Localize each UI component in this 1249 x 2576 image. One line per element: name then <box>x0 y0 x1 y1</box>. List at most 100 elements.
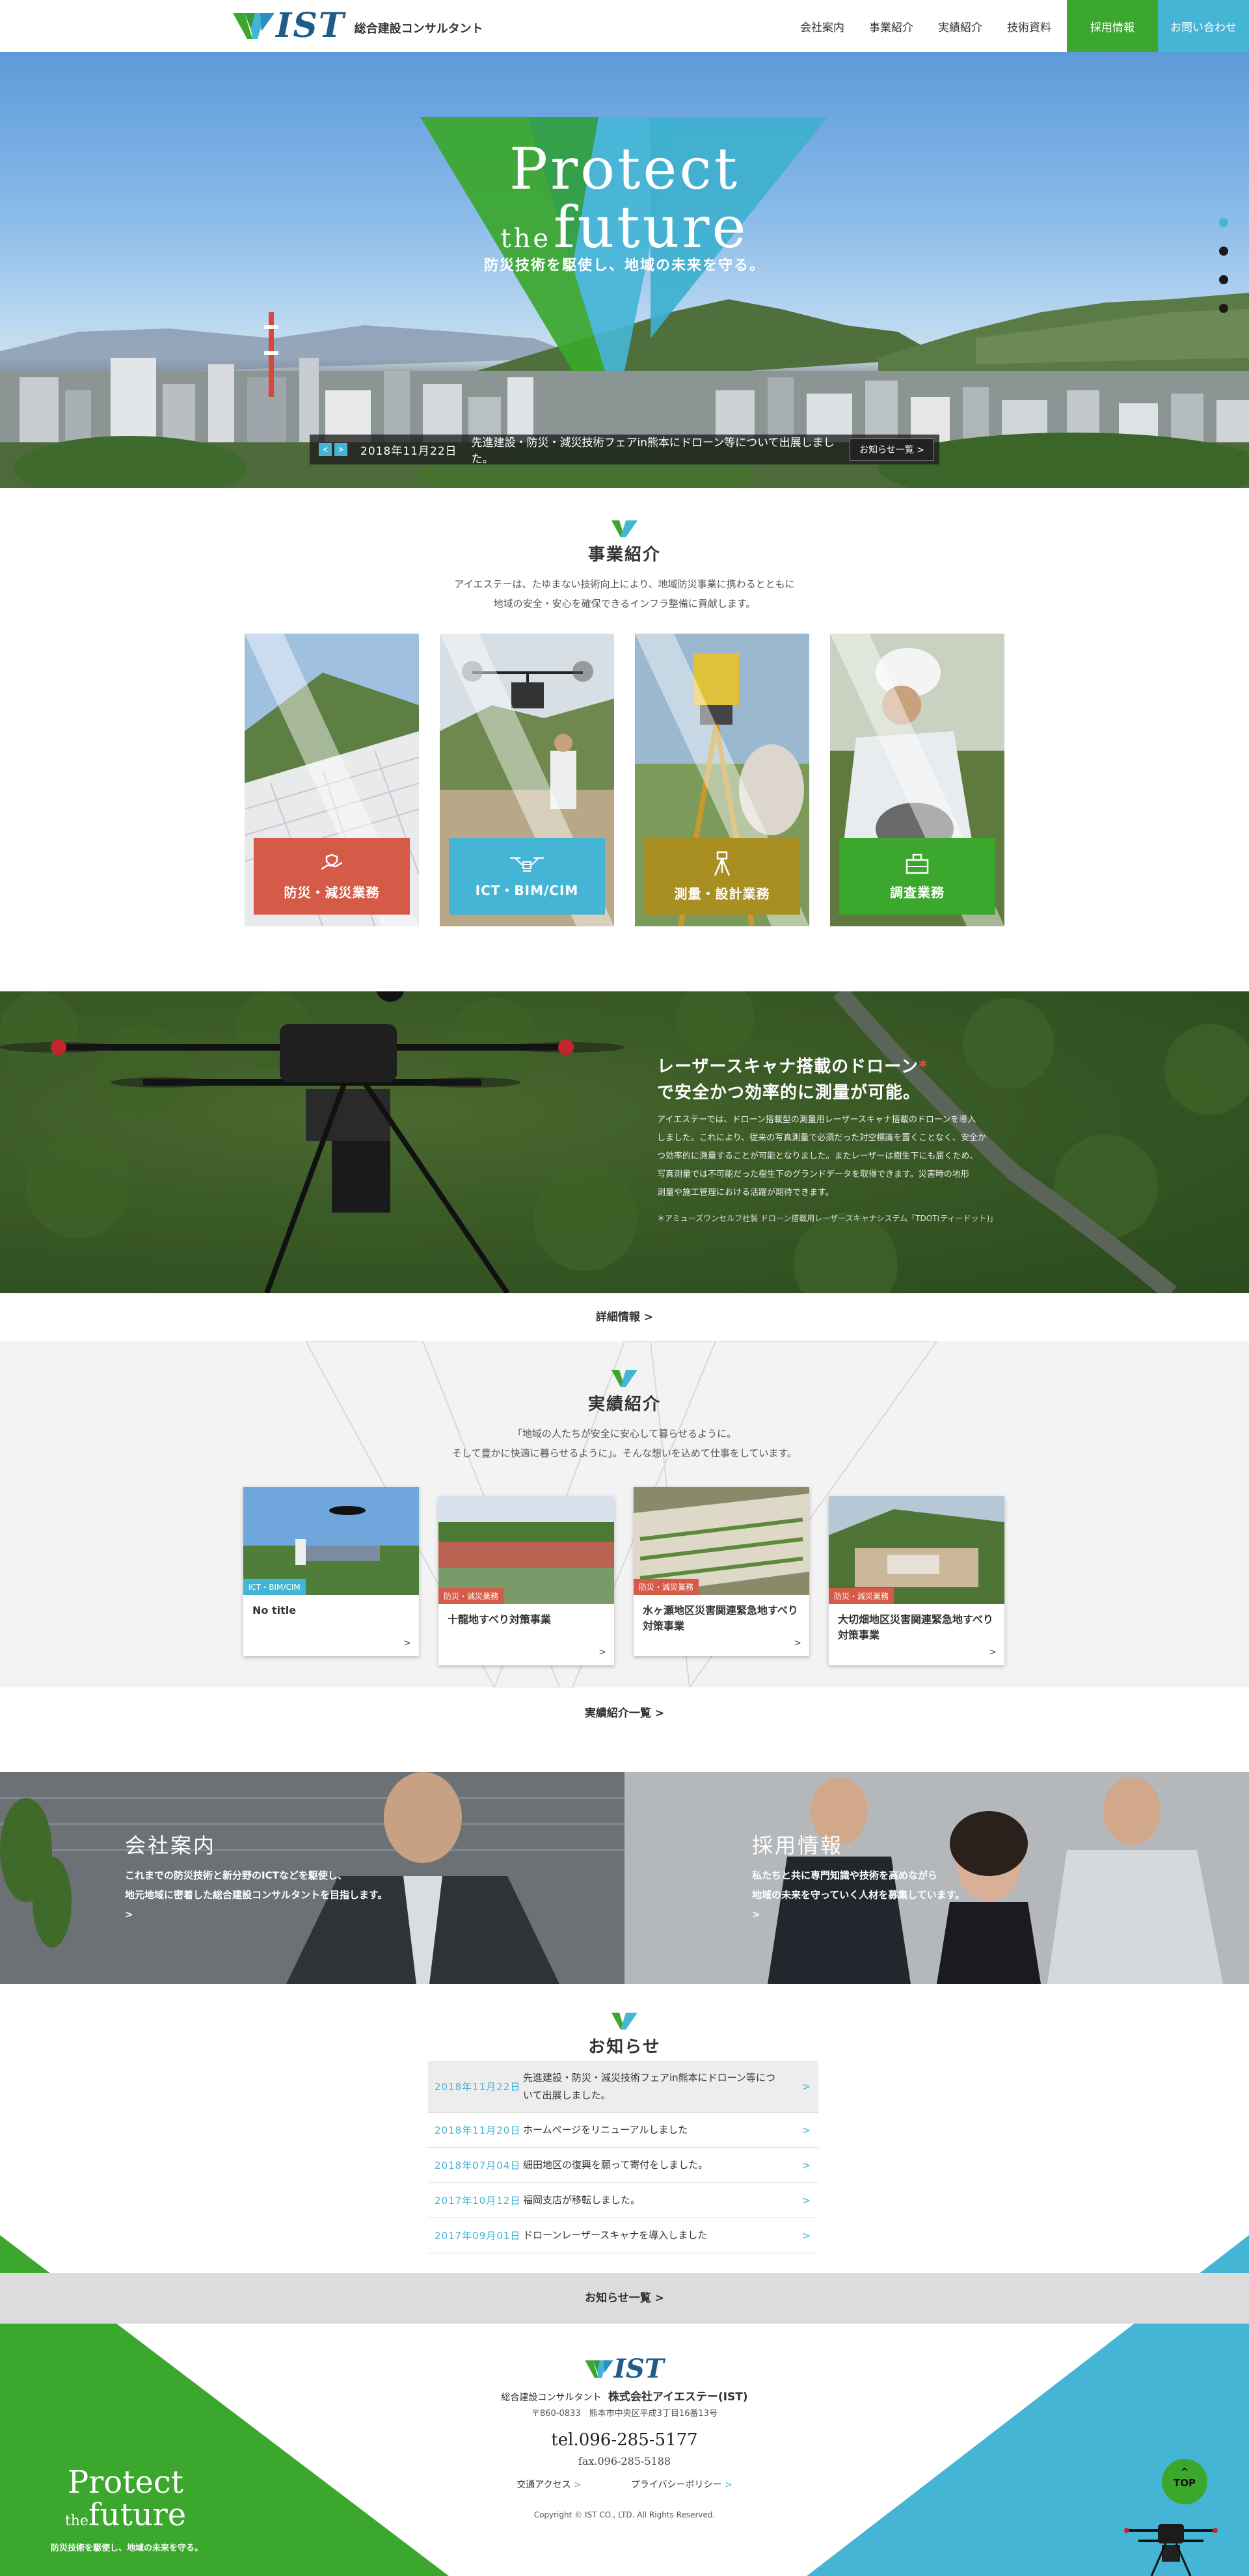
nav-tech-docs[interactable]: 技術資料 <box>995 0 1067 52</box>
drone-text-line5: 測量や施工管理における活躍が期待できます。 <box>657 1188 834 1198</box>
disaster-button[interactable]: 防災・減災業務 <box>254 838 410 915</box>
back-to-top-label: TOP <box>1174 2477 1196 2489</box>
drone-text-line1: アイエステーでは、ドローン搭載型の測量用レーザースキャナ搭載のドローンを導入 <box>657 1115 976 1125</box>
footer-logo-text: IST <box>613 2354 664 2384</box>
ticker-next-button[interactable]: > <box>334 443 347 456</box>
slider-dot-1[interactable] <box>1219 218 1228 227</box>
footer-protect-line1: Protect <box>67 2464 183 2501</box>
news-text: 福岡支店が移転しました。 <box>523 2194 641 2206</box>
drone-heading-line2: で安全かつ効率的に測量が可能。 <box>657 1083 921 1103</box>
recruit-banner[interactable]: 採用情報 私たちと共に専門知識や技術を高めながら 地域の未来を守っていく人材を募… <box>624 1772 1249 1984</box>
hero-subtitle: 防災技術を駆使し、地域の未来を守る。 <box>483 258 765 274</box>
hero-slider: Protect thefuture 防災技術を駆使し、地域の未来を守る。 < >… <box>0 52 1249 488</box>
work-arrow-4: > <box>989 1647 997 1657</box>
research-label: 調査業務 <box>890 884 945 900</box>
recruit-arrow: > <box>752 1909 760 1920</box>
footer-drone-icon <box>1124 2524 1218 2576</box>
hero-title-line2: future <box>554 194 749 261</box>
company-banner-text: これまでの防災技術と新分野のICTなどを駆使し、 地元地域に密着した総合建設コン… <box>125 1866 388 1924</box>
research-button[interactable]: 調査業務 <box>839 838 995 915</box>
company-banner[interactable]: 会社案内 これまでの防災技術と新分野のICTなどを駆使し、 地元地域に密着した総… <box>0 1772 624 1984</box>
news-list-link[interactable]: お知らせ一覧 > <box>0 2273 1249 2324</box>
news-arrow: > <box>801 2080 811 2093</box>
works-section-head: 実績紹介 「地域の人たちが安全に安心して暮らせるように。 そして豊かに快適に暮ら… <box>0 1370 1249 1463</box>
footer-protect-the: the <box>64 2513 88 2529</box>
work-card-3[interactable]: 防災・減災業務 水ヶ瀬地区災害関連緊急地すべり対策事業 > <box>634 1487 809 1656</box>
work-title-1: No title <box>252 1604 297 1617</box>
news-item[interactable]: 2018年11月22日 先進建設・防災・減災技術フェアin熊本にドローン等につい… <box>428 2061 818 2113</box>
drone-heading-line1: レーザースキャナ搭載のドローン <box>657 1057 919 1077</box>
business-card-survey[interactable]: 測量・設計業務 <box>635 634 809 926</box>
work-tag-3: 防災・減災業務 <box>634 1579 699 1595</box>
drone-feature-section: レーザースキャナ搭載のドローン* で安全かつ効率的に測量が可能。 アイエステーで… <box>0 991 1249 1293</box>
news-item[interactable]: 2018年07月04日 細田地区の復興を願って寄付をしました。 > <box>428 2148 818 2183</box>
news-section-head: お知らせ <box>0 2013 1249 2058</box>
ticker-news-list-button[interactable]: お知らせ一覧 > <box>850 438 934 461</box>
work-photo-4: 防災・減災業務 <box>829 1496 1004 1604</box>
survey-tripod-icon <box>714 851 731 876</box>
slider-dot-3[interactable] <box>1219 275 1228 284</box>
work-arrow-2: > <box>598 1647 606 1657</box>
news-item[interactable]: 2017年10月12日 福岡支店が移転しました。 > <box>428 2183 818 2218</box>
work-photo-3: 防災・減災業務 <box>634 1487 809 1595</box>
drone-detail-link[interactable]: 詳細情報 > <box>0 1293 1249 1341</box>
works-title: 実績紹介 <box>587 1395 661 1414</box>
company-text-line2: 地元地域に密着した総合建設コンサルタントを目指します。 <box>125 1889 388 1901</box>
ticker-headline[interactable]: 先進建設・防災・減災技術フェアin熊本にドローン等について出展しました。 <box>472 433 850 466</box>
back-to-top-button[interactable]: ^ TOP <box>1162 2459 1207 2504</box>
ist-logo-mark-icon <box>233 13 275 39</box>
nav-contact-button[interactable]: お問い合わせ <box>1158 0 1249 52</box>
slider-dot-4[interactable] <box>1219 304 1228 313</box>
forest-background <box>0 991 1249 1293</box>
footer-privacy-link[interactable]: プライバシーポリシー > <box>631 2478 732 2491</box>
company-arrow: > <box>125 1909 133 1920</box>
inspection-icon <box>906 853 929 874</box>
footer-access-link[interactable]: 交通アクセス > <box>517 2478 582 2491</box>
business-card-ict[interactable]: ICT・BIM/CIM <box>440 634 614 926</box>
slider-dot-2[interactable] <box>1219 247 1228 256</box>
slider-pagination <box>1219 218 1229 332</box>
chevron-up-icon: ^ <box>1180 2466 1189 2478</box>
nav-company[interactable]: 会社案内 <box>788 0 857 52</box>
section-w-mark-icon <box>611 2013 638 2030</box>
drone-description: アイエステーでは、ドローン搭載型の測量用レーザースキャナ搭載のドローンを導入 し… <box>657 1111 1021 1202</box>
nav-works[interactable]: 実績紹介 <box>926 0 995 52</box>
logo-text: IST <box>276 6 345 46</box>
footer-tel[interactable]: tel.096-285-5177 <box>0 2430 1249 2450</box>
hero-news-ticker: < > 2018年11月22日 先進建設・防災・減災技術フェアin熊本にドローン… <box>310 433 939 466</box>
footer-access-label: 交通アクセス <box>517 2480 571 2490</box>
company-text-line1: これまでの防災技術と新分野のICTなどを駆使し、 <box>125 1870 347 1881</box>
work-card-4[interactable]: 防災・減災業務 大切畑地区災害関連緊急地すべり対策事業 > <box>829 1496 1004 1665</box>
drone-heading-asterisk: * <box>918 1057 928 1077</box>
news-item[interactable]: 2018年11月20日 ホームページをリニューアルしました > <box>428 2113 818 2148</box>
footer-privacy-arrow: > <box>724 2480 732 2490</box>
nav-recruit-button[interactable]: 採用情報 <box>1067 0 1158 52</box>
work-tag-4: 防災・減災業務 <box>829 1588 894 1604</box>
ict-button[interactable]: ICT・BIM/CIM <box>449 838 605 915</box>
business-card-research[interactable]: 調査業務 <box>830 634 1004 926</box>
recruit-text-line2: 地域の未来を守っていく人材を募集しています。 <box>752 1889 965 1901</box>
survey-label: 測量・設計業務 <box>674 885 770 902</box>
works-list-link[interactable]: 実績紹介一覧 > <box>0 1687 1249 1739</box>
survey-button[interactable]: 測量・設計業務 <box>644 838 800 915</box>
footer-logo[interactable]: IST <box>0 2356 1249 2382</box>
work-title-2: 十龍地すべり対策事業 <box>448 1613 551 1626</box>
company-banner-title: 会社案内 <box>125 1833 217 1858</box>
site-logo[interactable]: IST 総合建設コンサルタント <box>233 9 483 43</box>
business-desc-line2: 地域の安全・安心を確保できるインフラ整備に貢献します。 <box>493 598 756 610</box>
main-nav: 会社案内 事業紹介 実績紹介 技術資料 採用情報 お問い合わせ <box>788 0 1249 52</box>
footer-protect-line2: future <box>88 2497 187 2533</box>
work-card-1[interactable]: ICT・BIM/CIM No title > <box>243 1487 419 1656</box>
business-card-disaster[interactable]: 防災・減災業務 <box>245 634 419 926</box>
work-tag-1: ICT・BIM/CIM <box>243 1579 306 1595</box>
logo-subtitle: 総合建設コンサルタント <box>354 22 483 36</box>
hero-title-the: the <box>500 224 552 254</box>
nav-business[interactable]: 事業紹介 <box>857 0 926 52</box>
hand-shield-icon <box>321 853 343 870</box>
work-card-2[interactable]: 防災・減災業務 十龍地すべり対策事業 > <box>438 1496 614 1665</box>
works-desc-line1: 「地域の人たちが安全に安心して暮らせるように。 <box>512 1428 737 1440</box>
ticker-prev-button[interactable]: < <box>319 443 332 456</box>
business-desc-line1: アイエステーは、たゆまない技術向上により、地域防災事業に携わるとともに <box>454 578 795 590</box>
footer-company-name: 株式会社アイエステー(IST) <box>608 2391 748 2404</box>
news-text: 先進建設・防災・減災技術フェアin熊本にドローン等について出展しました。 <box>523 2071 775 2101</box>
